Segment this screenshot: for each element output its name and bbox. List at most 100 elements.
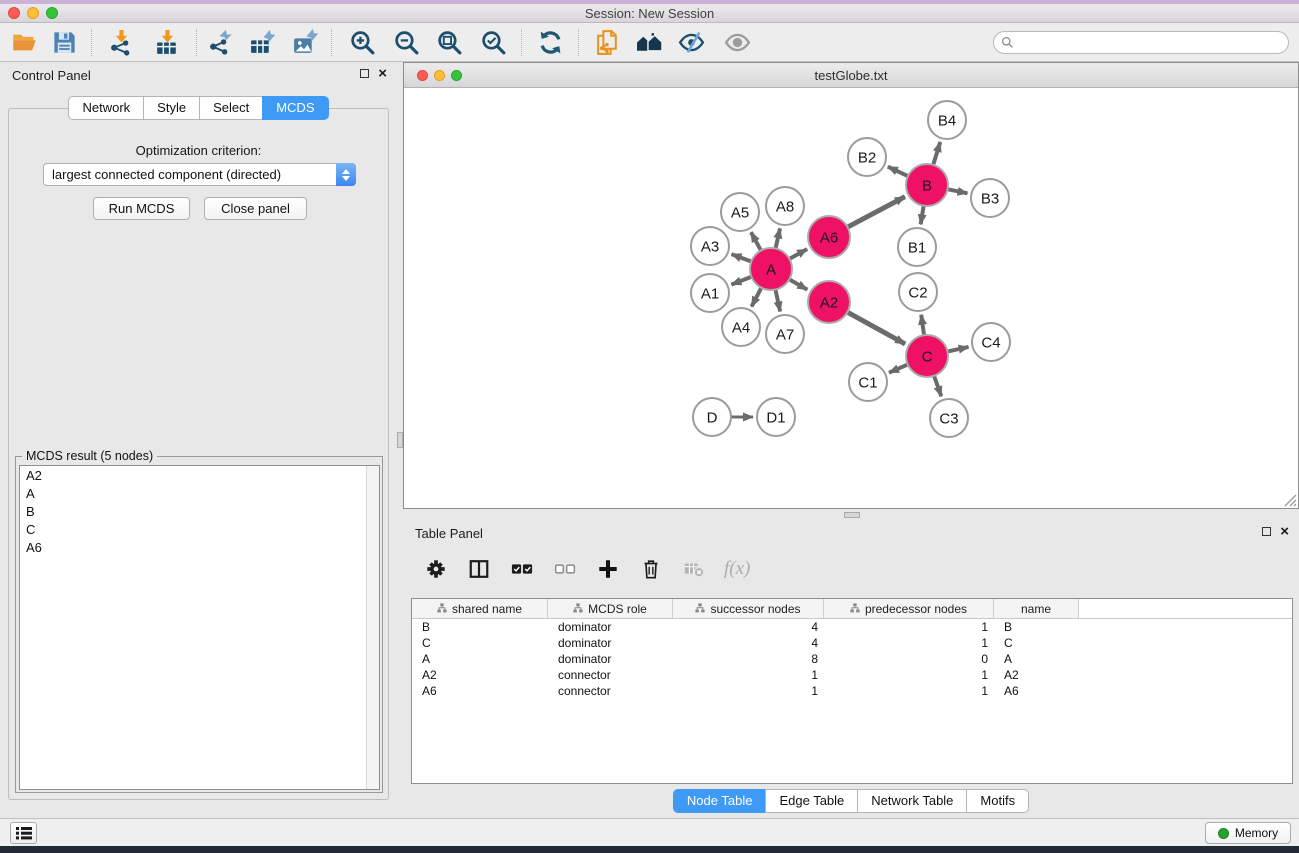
- table-cell[interactable]: A6: [994, 684, 1079, 698]
- table-cell[interactable]: A2: [412, 668, 548, 682]
- graph-edge-C-C1[interactable]: [889, 364, 910, 373]
- birds-eye-view-icon[interactable]: [719, 26, 755, 59]
- zoom-out-icon[interactable]: [388, 26, 424, 59]
- tab-network-table[interactable]: Network Table: [857, 789, 967, 813]
- table-cell[interactable]: 1: [824, 636, 994, 650]
- vertical-splitter-grip[interactable]: [397, 432, 403, 448]
- import-table-icon[interactable]: [149, 26, 185, 59]
- unselect-all-columns-icon[interactable]: [552, 556, 578, 582]
- graph-node-B2[interactable]: B2: [848, 138, 886, 176]
- export-table-icon[interactable]: [244, 26, 280, 59]
- graph-node-B4[interactable]: B4: [928, 101, 966, 139]
- table-cell[interactable]: C: [994, 636, 1079, 650]
- table-row[interactable]: A2connector11A2: [412, 667, 1292, 683]
- graph-node-C[interactable]: C: [906, 335, 948, 377]
- gear-icon[interactable]: [423, 556, 449, 582]
- zoom-selected-icon[interactable]: [475, 26, 511, 59]
- graph-edge-B-B2[interactable]: [888, 167, 910, 177]
- table-cell[interactable]: dominator: [548, 620, 673, 634]
- graph-edge-A6-B[interactable]: [846, 197, 905, 228]
- column-header-name[interactable]: name: [994, 599, 1079, 618]
- tab-edge-table[interactable]: Edge Table: [765, 789, 858, 813]
- export-network-icon[interactable]: [202, 26, 238, 59]
- table-cell[interactable]: C: [412, 636, 548, 650]
- table-row[interactable]: Cdominator41C: [412, 635, 1292, 651]
- graphics-details-icon[interactable]: [673, 26, 709, 59]
- graph-node-A7[interactable]: A7: [766, 315, 804, 353]
- table-row[interactable]: Adominator80A: [412, 651, 1292, 667]
- horizontal-splitter-grip[interactable]: [844, 512, 860, 518]
- minimize-window-button[interactable]: [27, 7, 39, 19]
- graph-node-A4[interactable]: A4: [722, 308, 760, 346]
- graph-edge-C-C4[interactable]: [946, 347, 969, 352]
- open-file-icon[interactable]: [6, 26, 42, 59]
- refresh-view-icon[interactable]: [532, 26, 568, 59]
- table-cell[interactable]: A: [412, 652, 548, 666]
- graph-node-A1[interactable]: A1: [691, 274, 729, 312]
- graph-edge-A-A2[interactable]: [788, 278, 808, 289]
- save-session-icon[interactable]: [46, 26, 82, 59]
- table-cell[interactable]: 1: [673, 668, 824, 682]
- graph-edge-A-A5[interactable]: [751, 232, 762, 252]
- graph-edge-B-B1[interactable]: [921, 204, 924, 225]
- table-row[interactable]: Bdominator41B: [412, 619, 1292, 635]
- node-table[interactable]: shared nameMCDS rolesuccessor nodesprede…: [411, 598, 1293, 784]
- graph-edge-A-A3[interactable]: [732, 254, 754, 262]
- copy-network-icon[interactable]: [589, 26, 625, 59]
- zoom-fit-icon[interactable]: [431, 26, 467, 59]
- delete-table-icon[interactable]: [681, 556, 707, 582]
- column-header-predecessor-nodes[interactable]: predecessor nodes: [824, 599, 994, 618]
- table-cell[interactable]: A: [994, 652, 1079, 666]
- table-cell[interactable]: 1: [824, 668, 994, 682]
- table-cell[interactable]: 8: [673, 652, 824, 666]
- graph-edge-A-A1[interactable]: [731, 276, 753, 285]
- column-header-shared-name[interactable]: shared name: [412, 599, 548, 618]
- export-image-icon[interactable]: [287, 26, 323, 59]
- memory-button[interactable]: Memory: [1205, 822, 1291, 844]
- table-cell[interactable]: 1: [824, 620, 994, 634]
- zoom-window-button[interactable]: [451, 70, 462, 81]
- table-cell[interactable]: A2: [994, 668, 1079, 682]
- table-cell[interactable]: A6: [412, 684, 548, 698]
- graph-edge-A-A6[interactable]: [788, 249, 807, 260]
- graph-node-B[interactable]: B: [906, 164, 948, 206]
- table-row[interactable]: A6connector11A6: [412, 683, 1292, 699]
- home-layout-icon[interactable]: [631, 26, 667, 59]
- graph-edge-A2-C[interactable]: [846, 311, 905, 344]
- search-field[interactable]: [993, 31, 1289, 54]
- graph-node-A8[interactable]: A8: [766, 187, 804, 225]
- graph-node-A5[interactable]: A5: [721, 193, 759, 231]
- close-panel-icon[interactable]: ×: [1280, 526, 1289, 537]
- select-all-columns-icon[interactable]: [509, 556, 535, 582]
- graph-edge-C-C3[interactable]: [933, 374, 941, 396]
- mcds-result-item[interactable]: A6: [20, 538, 379, 556]
- tab-network[interactable]: Network: [68, 96, 144, 120]
- graph-edge-B-B3[interactable]: [946, 189, 968, 194]
- graph-edge-A-A8[interactable]: [775, 228, 780, 250]
- graph-node-A3[interactable]: A3: [691, 227, 729, 265]
- graph-node-C2[interactable]: C2: [899, 273, 937, 311]
- graph-node-A6[interactable]: A6: [808, 216, 850, 258]
- close-panel-button[interactable]: Close panel: [204, 197, 307, 220]
- graph-node-C3[interactable]: C3: [930, 399, 968, 437]
- column-header-mcds-role[interactable]: MCDS role: [548, 599, 673, 618]
- graph-node-D[interactable]: D: [693, 398, 731, 436]
- import-network-icon[interactable]: [103, 26, 139, 59]
- graph-edge-C-C2[interactable]: [921, 315, 924, 337]
- add-column-icon[interactable]: [595, 556, 621, 582]
- mcds-result-item[interactable]: B: [20, 502, 379, 520]
- graph-node-A2[interactable]: A2: [808, 281, 850, 323]
- table-cell[interactable]: 1: [824, 684, 994, 698]
- task-history-button[interactable]: [10, 822, 37, 844]
- network-canvas[interactable]: B4B2BB3A8A5A6A3B1AA1C2A2A4A7C4CC1C3DD1: [404, 88, 1298, 508]
- table-cell[interactable]: B: [994, 620, 1079, 634]
- table-cell[interactable]: 4: [673, 620, 824, 634]
- close-panel-icon[interactable]: ×: [378, 68, 387, 79]
- optimization-criterion-dropdown[interactable]: largest connected component (directed): [43, 163, 356, 186]
- table-cell[interactable]: 0: [824, 652, 994, 666]
- split-columns-icon[interactable]: [466, 556, 492, 582]
- delete-column-icon[interactable]: [638, 556, 664, 582]
- tab-select[interactable]: Select: [199, 96, 263, 120]
- table-cell[interactable]: connector: [548, 668, 673, 682]
- mcds-result-item[interactable]: C: [20, 520, 379, 538]
